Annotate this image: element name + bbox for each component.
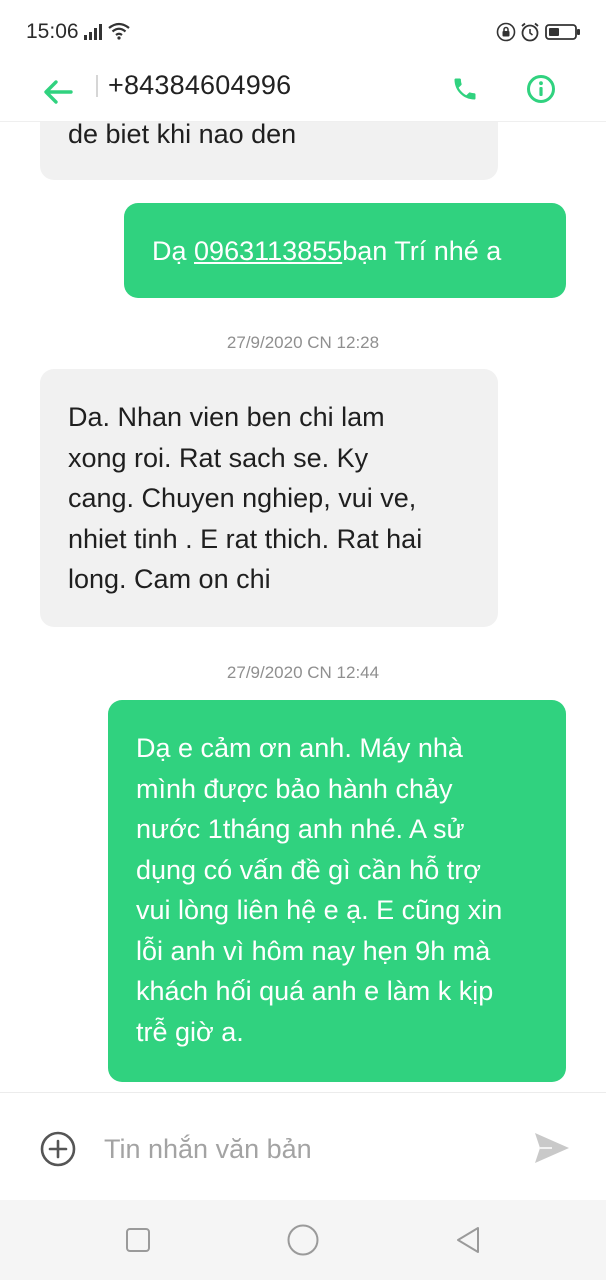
contact-title: +84384604996 bbox=[108, 70, 292, 100]
battery-icon bbox=[545, 24, 580, 40]
message-timestamp: 27/9/2020 CN 12:44 bbox=[226, 663, 380, 682]
outgoing-message-bubble[interactable]: Dạ 0963113855bạn Trí nhé a bbox=[124, 203, 566, 298]
message-text: de biet khi nao den bbox=[68, 119, 297, 149]
message-text-suffix: bạn Trí nhé a bbox=[342, 236, 502, 266]
plus-circle-icon[interactable] bbox=[38, 1129, 78, 1169]
back-nav-button[interactable] bbox=[446, 1218, 490, 1262]
info-button[interactable] bbox=[519, 67, 563, 111]
call-button[interactable] bbox=[443, 67, 487, 111]
incoming-message-bubble[interactable]: Da. Nhan vien ben chi lam xong roi. Rat … bbox=[40, 369, 498, 627]
back-button[interactable] bbox=[36, 70, 80, 114]
alarm-icon bbox=[521, 22, 539, 42]
home-circle-icon bbox=[287, 1224, 319, 1256]
recents-square-icon bbox=[126, 1228, 150, 1252]
phone-number-link[interactable]: 0963113855 bbox=[194, 236, 342, 266]
arrow-left-icon bbox=[44, 80, 73, 104]
back-triangle-icon bbox=[457, 1227, 479, 1253]
home-button[interactable] bbox=[281, 1218, 325, 1262]
message-timestamp: 27/9/2020 CN 12:28 bbox=[226, 333, 380, 352]
header-divider bbox=[96, 75, 98, 97]
recents-button[interactable] bbox=[116, 1218, 160, 1262]
message-text: Da. Nhan vien ben chi lam xong roi. Rat … bbox=[68, 402, 423, 594]
wifi-icon bbox=[108, 22, 130, 40]
signal-icon bbox=[84, 24, 102, 40]
system-navigation-bar bbox=[0, 1200, 606, 1280]
message-input[interactable] bbox=[104, 1123, 504, 1175]
status-bar: 15:06 bbox=[0, 0, 606, 62]
message-text: Dạ e cảm ơn anh. Máy nhà mình được bảo h… bbox=[136, 733, 503, 1047]
messaging-screen: de biet khi nao den Dạ 0963113855bạn Trí… bbox=[0, 0, 606, 1280]
info-icon bbox=[527, 75, 555, 103]
status-time: 15:06 bbox=[26, 20, 79, 43]
message-text-prefix: Dạ bbox=[152, 236, 195, 266]
outgoing-message-bubble[interactable]: Dạ e cảm ơn anh. Máy nhà mình được bảo h… bbox=[108, 700, 566, 1082]
lock-rotation-icon bbox=[496, 22, 516, 42]
conversation-header: +84384604996 bbox=[0, 62, 606, 122]
phone-icon bbox=[454, 78, 476, 100]
conversation-list[interactable]: de biet khi nao den Dạ 0963113855bạn Trí… bbox=[0, 0, 606, 1092]
message-composer bbox=[0, 1092, 606, 1200]
send-icon[interactable] bbox=[532, 1130, 572, 1166]
